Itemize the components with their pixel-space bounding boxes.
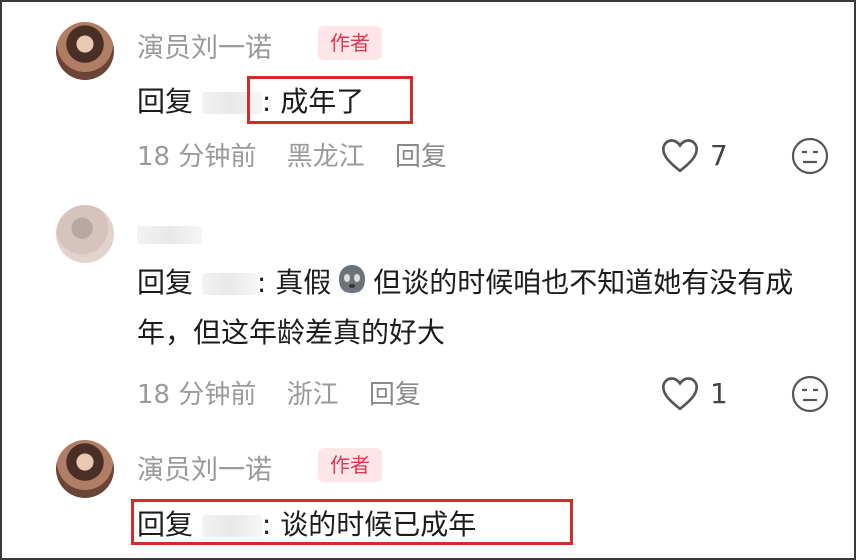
like-count: 7 [710,138,728,172]
avatar[interactable] [56,205,114,263]
like-button[interactable]: 7 [660,136,728,174]
reply-prefix: 回复 [137,266,194,299]
comment-username[interactable] [137,218,202,249]
reply-content-part1: : 真假 [256,266,332,299]
comment-location: 黑龙江 [286,142,365,172]
redacted-username [137,225,202,244]
author-badge: 作者 [318,26,382,60]
avatar[interactable] [56,440,114,498]
highlight-box [247,76,413,124]
comment-meta: 18 分钟前 浙江 回复 [137,374,443,411]
highlight-box [131,499,573,545]
reply-button[interactable]: 回复 [395,142,447,172]
comment-time: 18 分钟前 [137,380,257,410]
neutral-face-icon[interactable] [790,374,830,414]
reply-prefix: 回复 [137,85,194,118]
heart-outline-icon [661,139,699,173]
reply-button[interactable]: 回复 [369,380,421,410]
author-badge: 作者 [318,448,382,482]
comment-location: 浙江 [286,380,339,410]
avatar[interactable] [56,22,114,80]
ghost-emoji-icon [339,265,366,293]
comment-text: 回复 : 真假 但谈的时候咱也不知道她有没有成年，但这年龄差真的好大 [137,258,837,358]
comment-time: 18 分钟前 [137,142,257,172]
neutral-face-icon[interactable] [790,136,830,176]
like-count: 1 [710,376,728,410]
comment-username[interactable]: 演员刘一诺 [137,26,272,65]
comment-username[interactable]: 演员刘一诺 [137,448,272,487]
comment-meta: 18 分钟前 黑龙江 回复 [137,136,469,173]
like-button[interactable]: 1 [660,374,728,412]
heart-outline-icon [661,377,699,411]
redacted-username [201,273,257,295]
